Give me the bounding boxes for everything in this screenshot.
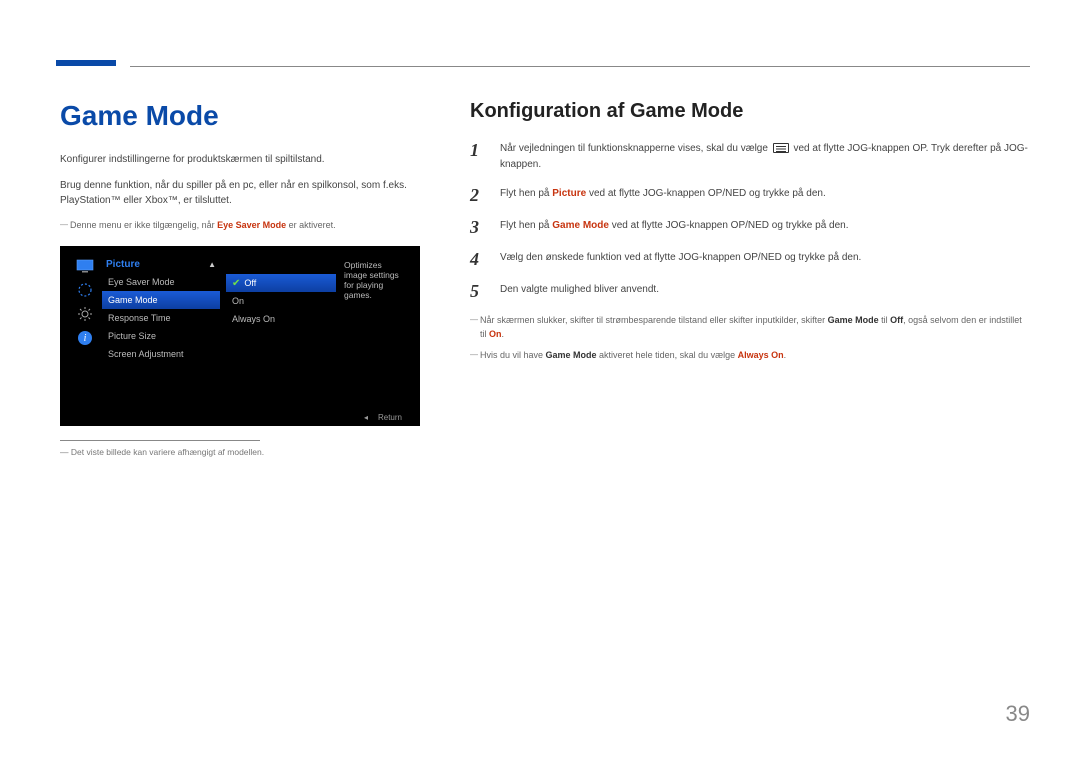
note2-em3: On: [489, 329, 502, 339]
step-3: 3 Flyt hen på Game Mode ved at flytte JO…: [470, 218, 1030, 236]
step-text: Vælg den ønskede funktion ved at flytte …: [500, 250, 861, 266]
step-3-post: ved at flytte JOG-knappen OP/NED og tryk…: [609, 220, 849, 231]
step-3-pre: Flyt hen på: [500, 220, 552, 231]
section-title: Game Mode: [60, 100, 420, 132]
note2-em1: Game Mode: [828, 315, 879, 325]
step-number: 5: [470, 282, 486, 300]
always-on-note: Hvis du vil have Game Mode aktiveret hel…: [470, 349, 1030, 363]
step-number: 3: [470, 218, 486, 236]
osd-item-screen-adjustment: Screen Adjustment: [102, 345, 220, 363]
osd-menu-title: Picture ▲: [102, 256, 220, 273]
step-3-em: Game Mode: [552, 220, 609, 231]
note-text-post: er aktiveret.: [286, 220, 336, 230]
note2-pre: Når skærmen slukker, skifter til strømbe…: [480, 315, 828, 325]
osd-option-off-label: Off: [244, 278, 256, 288]
configuration-title: Konfiguration af Game Mode: [470, 100, 1030, 123]
header-accent-bar: [56, 60, 116, 66]
step-text: Når vejledningen til funktionsknapperne …: [500, 141, 1030, 172]
step-2-post: ved at flytte JOG-knappen OP/NED og tryk…: [586, 188, 826, 199]
header-rule: [130, 66, 1030, 67]
note3-em1: Game Mode: [546, 350, 597, 360]
osd-item-picture-size: Picture Size: [102, 327, 220, 345]
osd-screenshot: i Picture ▲ Eye Saver Mode Game Mode Res…: [60, 246, 420, 426]
osd-menu-title-text: Picture: [106, 259, 140, 270]
note2-mid: til: [879, 315, 891, 325]
right-notes: Når skærmen slukker, skifter til strømbe…: [470, 314, 1030, 363]
osd-icon-column: i: [74, 256, 96, 412]
osd-option-off: ✔ Off: [226, 274, 336, 292]
step-2-pre: Flyt hen på: [500, 188, 552, 199]
osd-item-game-mode: Game Mode: [102, 291, 220, 309]
osd-option-on: On: [226, 292, 336, 310]
step-1: 1 Når vejledningen til funktionsknappern…: [470, 141, 1030, 172]
osd-menu-column: Picture ▲ Eye Saver Mode Game Mode Respo…: [102, 256, 220, 412]
note-text-pre: Denne menu er ikke tilgængelig, når: [70, 220, 217, 230]
note3-em2: Always On: [738, 350, 784, 360]
steps-list: 1 Når vejledningen til funktionsknappern…: [470, 141, 1030, 300]
footnote-divider: [60, 440, 260, 441]
step-number: 1: [470, 141, 486, 159]
osd-nav-arrow-icon: ◂: [364, 413, 368, 422]
note3-mid: aktiveret hele tiden, skal du vælge: [597, 350, 738, 360]
left-column: Game Mode Konfigurer indstillingerne for…: [60, 100, 420, 457]
right-column: Konfiguration af Game Mode 1 Når vejledn…: [470, 100, 1030, 457]
osd-description: Optimizes image settings for playing gam…: [342, 256, 406, 412]
osd-return-label: Return: [378, 413, 402, 422]
step-2: 2 Flyt hen på Picture ved at flytte JOG-…: [470, 186, 1030, 204]
intro-paragraph-1: Konfigurer indstillingerne for produktsk…: [60, 152, 420, 168]
osd-inner: i Picture ▲ Eye Saver Mode Game Mode Res…: [74, 256, 406, 412]
arrow-up-icon: ▲: [208, 260, 216, 269]
note3-end: .: [784, 350, 787, 360]
manual-page: Game Mode Konfigurer indstillingerne for…: [0, 0, 1080, 763]
osd-item-eye-saver: Eye Saver Mode: [102, 273, 220, 291]
step-number: 2: [470, 186, 486, 204]
picture-tab-icon: [75, 256, 95, 276]
note2-end: .: [502, 329, 505, 339]
step-text: Flyt hen på Picture ved at flytte JOG-kn…: [500, 186, 826, 202]
image-disclaimer-text: Det viste billede kan variere afhængigt …: [71, 447, 264, 457]
note2-em2: Off: [890, 315, 903, 325]
osd-footer: ◂ Return: [364, 413, 402, 422]
osd-item-response-time: Response Time: [102, 309, 220, 327]
settings-tab-icon: [75, 304, 95, 324]
step-text: Den valgte mulighed bliver anvendt.: [500, 282, 659, 298]
check-icon: ✔: [232, 278, 240, 289]
step-number: 4: [470, 250, 486, 268]
image-disclaimer: ― Det viste billede kan variere afhængig…: [60, 447, 420, 457]
left-notes: Denne menu er ikke tilgængelig, når Eye …: [60, 219, 420, 233]
note-em: Eye Saver Mode: [217, 220, 286, 230]
content-columns: Game Mode Konfigurer indstillingerne for…: [60, 100, 1030, 457]
step-1-pre: Når vejledningen til funktionsknapperne …: [500, 143, 771, 154]
note3-pre: Hvis du vil have: [480, 350, 546, 360]
step-2-em: Picture: [552, 188, 586, 199]
step-4: 4 Vælg den ønskede funktion ved at flytt…: [470, 250, 1030, 268]
color-tab-icon: [75, 280, 95, 300]
osd-option-always-on: Always On: [226, 310, 336, 328]
menu-icon: [773, 143, 789, 153]
step-5: 5 Den valgte mulighed bliver anvendt.: [470, 282, 1030, 300]
step-text: Flyt hen på Game Mode ved at flytte JOG-…: [500, 218, 849, 234]
osd-option-column: ✔ Off On Always On: [226, 256, 336, 412]
screen-off-note: Når skærmen slukker, skifter til strømbe…: [470, 314, 1030, 341]
eye-saver-note: Denne menu er ikke tilgængelig, når Eye …: [60, 219, 420, 233]
svg-text:i: i: [84, 333, 87, 344]
intro-paragraph-2: Brug denne funktion, når du spiller på e…: [60, 178, 420, 209]
info-tab-icon: i: [75, 328, 95, 348]
page-number: 39: [1006, 701, 1030, 727]
